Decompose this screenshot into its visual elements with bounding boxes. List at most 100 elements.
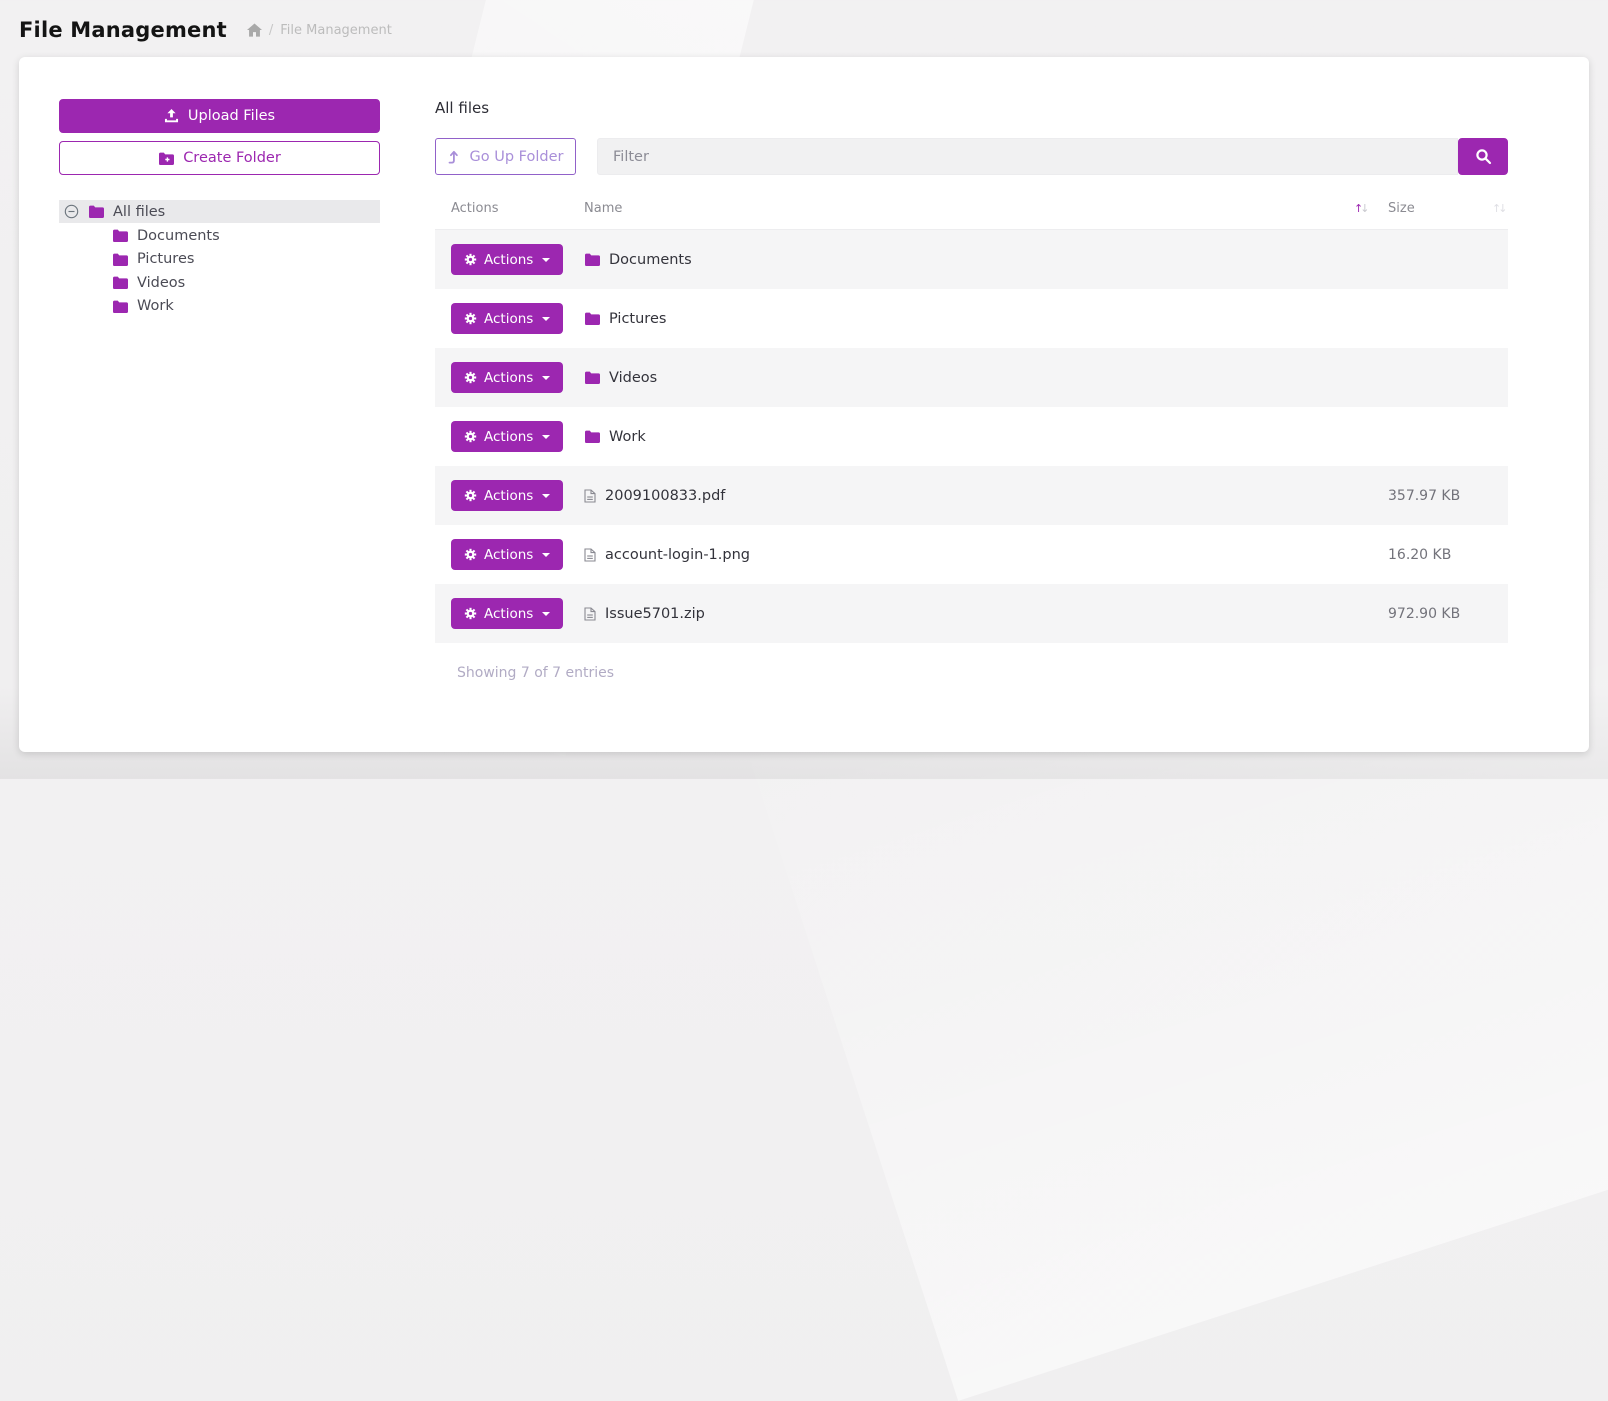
search-button[interactable]	[1458, 138, 1508, 175]
folder-icon	[584, 430, 600, 443]
gear-icon	[464, 430, 477, 443]
row-actions-label: Actions	[484, 488, 533, 504]
gear-icon	[464, 371, 477, 384]
file-size: 357.97 KB	[1388, 488, 1492, 504]
upload-files-button[interactable]: Upload Files	[59, 99, 380, 133]
go-up-folder-label: Go Up Folder	[470, 149, 564, 165]
page-header: File Management / File Management	[19, 18, 1589, 42]
tree-item-label: Documents	[137, 228, 220, 244]
file-name[interactable]: Work	[609, 429, 646, 445]
table-row: Actions 2009100833.pdf 357.97 KB	[435, 466, 1508, 525]
gear-icon	[464, 607, 477, 620]
sort-icon-size[interactable]: ↑↓	[1492, 202, 1508, 215]
file-management-card: Upload Files Create Folder All files Do	[19, 57, 1589, 752]
table-row: Actions Pictures	[435, 289, 1508, 348]
filter-group	[597, 138, 1508, 175]
main-panel: All files Go Up Folder Actions Na	[435, 99, 1508, 752]
file-name[interactable]: Issue5701.zip	[605, 606, 705, 622]
column-header-name[interactable]: Name	[584, 201, 1354, 216]
caret-down-icon	[542, 612, 550, 616]
breadcrumb-separator: /	[269, 23, 273, 38]
file-name[interactable]: Videos	[609, 370, 657, 386]
entries-summary: Showing 7 of 7 entries	[435, 665, 1508, 681]
caret-down-icon	[542, 553, 550, 557]
file-table-body: Actions Documents Actions	[435, 230, 1508, 643]
tree-item-label: Pictures	[137, 251, 194, 267]
caret-down-icon	[542, 435, 550, 439]
file-size: 16.20 KB	[1388, 547, 1492, 563]
column-header-actions: Actions	[451, 201, 584, 216]
current-folder-label: All files	[435, 99, 1508, 117]
caret-down-icon	[542, 494, 550, 498]
row-actions-button[interactable]: Actions	[451, 421, 563, 452]
create-folder-label: Create Folder	[183, 150, 281, 166]
tree-item-pictures[interactable]: Pictures	[59, 248, 380, 272]
gear-icon	[464, 253, 477, 266]
row-actions-label: Actions	[484, 252, 533, 268]
folder-icon	[112, 276, 128, 289]
upload-icon	[164, 109, 179, 123]
tree-item-work[interactable]: Work	[59, 295, 380, 319]
row-actions-button[interactable]: Actions	[451, 362, 563, 393]
gear-icon	[464, 548, 477, 561]
folder-icon	[112, 229, 128, 242]
row-actions-button[interactable]: Actions	[451, 480, 563, 511]
create-folder-button[interactable]: Create Folder	[59, 141, 380, 175]
page-title: File Management	[19, 18, 227, 42]
folder-icon	[88, 205, 104, 218]
tree-item-label: Work	[137, 298, 174, 314]
folder-icon	[112, 300, 128, 313]
filter-input[interactable]	[597, 138, 1458, 175]
row-actions-button[interactable]: Actions	[451, 244, 563, 275]
file-image-icon	[584, 548, 596, 562]
table-row: Actions account-login-1.png 16.20 KB	[435, 525, 1508, 584]
row-actions-label: Actions	[484, 311, 533, 327]
go-up-folder-button[interactable]: Go Up Folder	[435, 138, 576, 175]
file-pdf-icon	[584, 489, 596, 503]
level-up-icon	[448, 150, 460, 164]
row-actions-button[interactable]: Actions	[451, 539, 563, 570]
sidebar: Upload Files Create Folder All files Do	[59, 99, 380, 752]
row-actions-label: Actions	[484, 370, 533, 386]
collapse-icon[interactable]	[64, 204, 79, 219]
folder-icon	[584, 371, 600, 384]
folder-icon	[584, 312, 600, 325]
folder-icon	[112, 253, 128, 266]
toolbar: Go Up Folder	[435, 138, 1508, 175]
column-header-size[interactable]: Size	[1388, 201, 1492, 216]
file-archive-icon	[584, 607, 596, 621]
caret-down-icon	[542, 258, 550, 262]
file-name[interactable]: account-login-1.png	[605, 547, 750, 563]
file-name[interactable]: Pictures	[609, 311, 666, 327]
folder-plus-icon	[158, 152, 174, 165]
row-actions-label: Actions	[484, 547, 533, 563]
table-row: Actions Issue5701.zip 972.90 KB	[435, 584, 1508, 643]
caret-down-icon	[542, 376, 550, 380]
caret-down-icon	[542, 317, 550, 321]
file-table: Actions Name ↑↓ Size ↑↓ Actions Document	[435, 194, 1508, 681]
file-table-header: Actions Name ↑↓ Size ↑↓	[435, 194, 1508, 230]
file-size: 972.90 KB	[1388, 606, 1492, 622]
tree-item-all-files[interactable]: All files	[59, 200, 380, 223]
upload-files-label: Upload Files	[188, 108, 275, 124]
sort-icon-name[interactable]: ↑↓	[1354, 202, 1388, 215]
breadcrumb: / File Management	[247, 23, 392, 38]
gear-icon	[464, 312, 477, 325]
row-actions-label: Actions	[484, 429, 533, 445]
file-name[interactable]: Documents	[609, 252, 692, 268]
row-actions-label: Actions	[484, 606, 533, 622]
search-icon	[1475, 148, 1492, 165]
folder-tree-children: Documents Pictures Videos Work	[59, 224, 380, 318]
row-actions-button[interactable]: Actions	[451, 598, 563, 629]
table-row: Actions Documents	[435, 230, 1508, 289]
row-actions-button[interactable]: Actions	[451, 303, 563, 334]
breadcrumb-current: File Management	[280, 23, 392, 38]
folder-icon	[584, 253, 600, 266]
file-name[interactable]: 2009100833.pdf	[605, 488, 725, 504]
folder-tree: All files Documents Pictures Videos Work	[59, 200, 380, 318]
gear-icon	[464, 489, 477, 502]
home-icon[interactable]	[247, 23, 262, 37]
tree-item-label: Videos	[137, 275, 185, 291]
tree-item-videos[interactable]: Videos	[59, 271, 380, 295]
tree-item-documents[interactable]: Documents	[59, 224, 380, 248]
